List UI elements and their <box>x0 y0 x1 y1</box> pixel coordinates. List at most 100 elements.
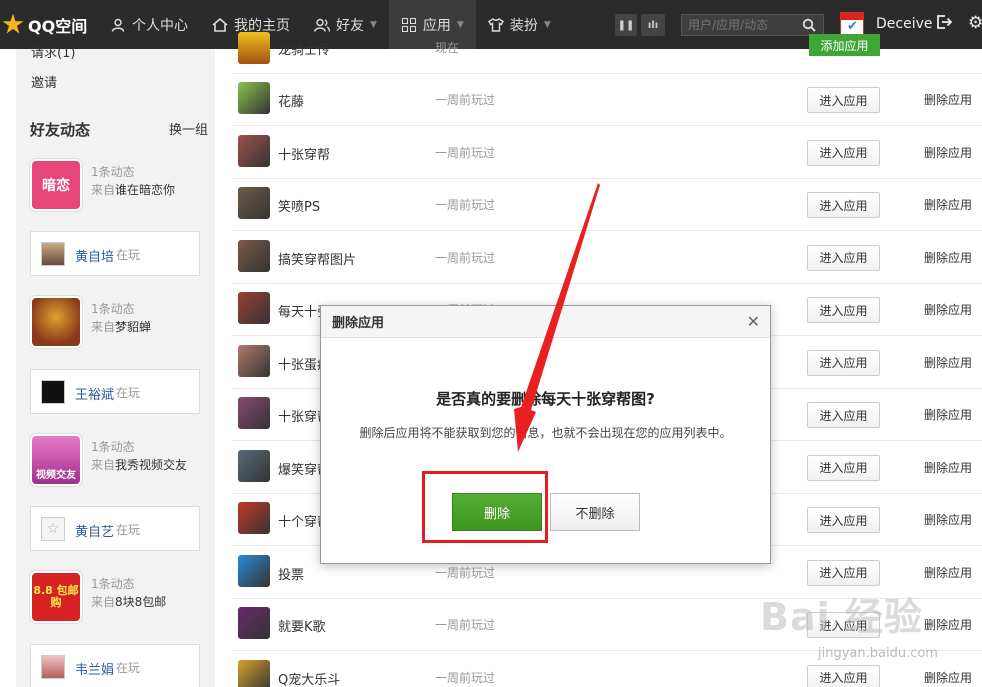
feed-count: 1条动态 <box>91 302 135 316</box>
nav-label: 个人中心 <box>132 17 188 34</box>
app-icon[interactable] <box>238 292 270 324</box>
feed-from-prefix: 来自 <box>91 458 116 472</box>
feed-source: 来自我秀视频交友 <box>91 456 187 473</box>
app-icon[interactable] <box>238 397 270 429</box>
enter-app-button[interactable]: 进入应用 <box>807 454 880 481</box>
delete-app-link[interactable]: 删除应用 <box>924 144 972 161</box>
dialog-header: 删除应用 <box>321 306 770 338</box>
app-icon[interactable] <box>238 449 270 482</box>
feed-item[interactable]: 视频交友 1条动态 来自我秀视频交友 <box>30 434 200 486</box>
app-name[interactable]: 搞笑穿帮图片 <box>278 249 356 268</box>
app-name[interactable]: 花藤 <box>278 91 304 110</box>
friend-card[interactable]: 韦兰娟 在玩 <box>30 644 200 687</box>
friend-name[interactable]: 韦兰娟 <box>75 659 114 678</box>
feed-app-link[interactable]: 8块8包邮 <box>115 595 166 609</box>
friend-card[interactable]: ☆ 黄自艺 在玩 <box>30 506 200 551</box>
app-icon[interactable] <box>238 344 270 377</box>
app-name[interactable]: 投票 <box>278 564 304 583</box>
feed-source: 来自谁在暗恋你 <box>91 181 175 198</box>
star-avatar-icon[interactable]: ☆ <box>41 517 65 541</box>
feed-item[interactable]: 暗恋 1条动态 来自谁在暗恋你 <box>30 159 200 211</box>
friend-name[interactable]: 黄自艺 <box>75 521 114 540</box>
dialog-description: 删除后应用将不能获取到您的信息，也就不会出现在您的应用列表中。 <box>359 426 732 440</box>
enter-app-button[interactable]: 进入应用 <box>807 244 880 271</box>
feed-source: 来自8块8包邮 <box>91 593 166 610</box>
delete-app-link[interactable]: 删除应用 <box>924 91 972 108</box>
feed-app-link[interactable]: 我秀视频交友 <box>115 458 187 472</box>
feed-app-link[interactable]: 谁在暗恋你 <box>115 183 175 197</box>
enter-app-button[interactable]: 进入应用 <box>807 507 880 533</box>
app-icon[interactable] <box>238 82 270 114</box>
requests-link[interactable]: 请求(1) <box>31 42 75 61</box>
feed-count: 1条动态 <box>91 440 135 454</box>
enter-app-button[interactable]: 进入应用 <box>807 559 880 586</box>
invite-link[interactable]: 邀请 <box>31 72 57 91</box>
friend-card[interactable]: 黄自培 在玩 <box>30 231 200 276</box>
switch-group-link[interactable]: 换一组 <box>169 119 208 138</box>
app-last-played: 一周前玩过 <box>435 93 496 107</box>
app-row: 花藤 一周前玩过 进入应用 删除应用 <box>232 74 982 126</box>
app-icon-video-dating[interactable]: 视频交友 <box>30 434 82 486</box>
sidebar: 请求(1) 邀请 好友动态 换一组 暗恋 1条动态 来自谁在暗恋你 黄自培 在玩… <box>16 46 215 687</box>
delete-app-link[interactable]: 删除应用 <box>924 406 972 423</box>
app-last-played: 一周前玩过 <box>435 618 496 632</box>
cancel-delete-button[interactable]: 不删除 <box>550 493 640 531</box>
enter-app-button[interactable]: 进入应用 <box>807 192 880 218</box>
friend-feed-title: 好友动态 <box>30 121 91 139</box>
close-icon[interactable]: ✕ <box>747 312 760 331</box>
delete-app-link[interactable]: 删除应用 <box>924 511 972 528</box>
app-last-played: 一周前玩过 <box>435 565 496 580</box>
delete-app-link[interactable]: 删除应用 <box>924 564 972 581</box>
delete-app-link[interactable]: 删除应用 <box>924 459 972 476</box>
home-icon <box>212 17 228 33</box>
friend-status: 在玩 <box>116 248 141 262</box>
feed-from-prefix: 来自 <box>91 183 116 197</box>
friend-status: 在玩 <box>116 523 141 537</box>
enter-app-button[interactable]: 进入应用 <box>807 349 880 376</box>
add-app-button[interactable]: 添加应用 <box>809 34 880 56</box>
delete-app-link[interactable]: 删除应用 <box>924 354 972 371</box>
delete-app-link[interactable]: 删除应用 <box>924 301 972 318</box>
app-row: 搞笑穿帮图片 一周前玩过 进入应用 删除应用 <box>232 232 982 284</box>
friend-name[interactable]: 王裕斌 <box>75 384 114 403</box>
avatar[interactable] <box>41 242 65 266</box>
enter-app-button[interactable]: 进入应用 <box>807 402 880 428</box>
friend-card[interactable]: 王裕斌 在玩 <box>30 369 200 414</box>
app-name[interactable]: 龙骑士传 <box>278 39 330 58</box>
app-name[interactable]: 十张穿帮 <box>278 144 330 163</box>
delete-app-link[interactable]: 删除应用 <box>924 196 972 213</box>
avatar[interactable] <box>41 380 65 404</box>
app-icon-dragon[interactable] <box>238 32 270 64</box>
enter-app-button[interactable]: 进入应用 <box>807 297 880 323</box>
app-icon[interactable] <box>238 239 270 272</box>
dialog-question: 是否真的要删除每天十张穿帮图? <box>436 390 655 408</box>
delete-app-link[interactable]: 删除应用 <box>924 249 972 266</box>
app-icon[interactable] <box>238 187 270 219</box>
app-icon-crush[interactable]: 暗恋 <box>30 159 82 211</box>
app-icon[interactable] <box>238 134 270 167</box>
nav-personal-center[interactable]: 个人中心 <box>98 0 200 49</box>
app-icon[interactable] <box>238 554 270 587</box>
enter-app-button[interactable]: 进入应用 <box>807 87 880 113</box>
app-name[interactable]: Q宠大乐斗 <box>278 669 340 687</box>
app-icon-free-shipping[interactable]: 8.8 包邮购 <box>30 571 82 623</box>
app-name[interactable]: 笑喷PS <box>278 196 320 215</box>
app-name[interactable]: 就要K歌 <box>278 616 326 635</box>
avatar[interactable] <box>41 655 65 679</box>
app-icon-diaochan[interactable] <box>30 296 82 348</box>
list-item: 龙骑士传 现在 添加应用 <box>232 22 982 74</box>
app-icon[interactable] <box>238 659 270 687</box>
friend-name[interactable]: 黄自培 <box>75 246 114 265</box>
dialog-title: 删除应用 <box>332 316 385 331</box>
friend-status: 在玩 <box>116 661 141 675</box>
app-icon[interactable] <box>238 607 270 639</box>
feed-app-link[interactable]: 梦貂蝉 <box>115 320 151 334</box>
enter-app-button[interactable]: 进入应用 <box>807 139 880 166</box>
icon-label: 暗恋 <box>42 178 70 194</box>
feed-item[interactable]: 1条动态 来自梦貂蝉 <box>30 296 200 348</box>
app-icon[interactable] <box>238 502 270 534</box>
highlight-box <box>422 471 548 543</box>
feed-item[interactable]: 8.8 包邮购 1条动态 来自8块8包邮 <box>30 571 200 623</box>
app-row: 十张穿帮 一周前玩过 进入应用 删除应用 <box>232 127 982 179</box>
app-last-played: 一周前玩过 <box>435 198 496 212</box>
